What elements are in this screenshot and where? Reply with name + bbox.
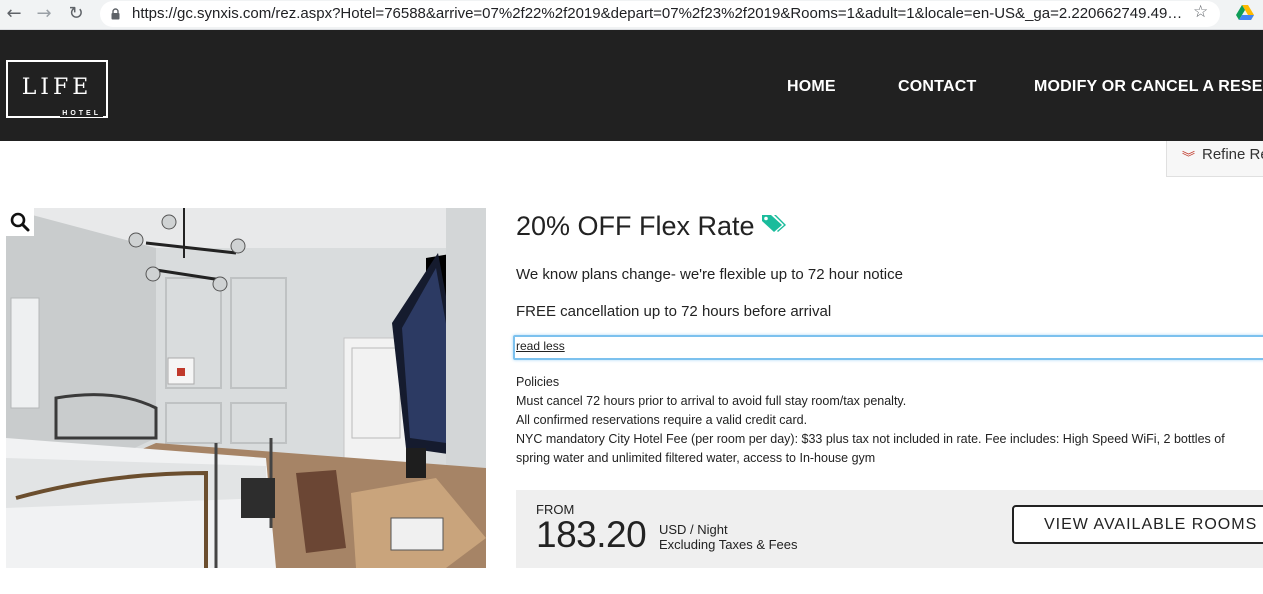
site-header: LIFE HOTEL HOME CONTACT MODIFY OR CANCEL… [0, 30, 1263, 141]
price-unit: USD / Night [659, 522, 728, 537]
magnifier-icon [10, 212, 30, 232]
policies-heading: Policies [516, 375, 560, 389]
rate-description: We know plans change- we're flexible up … [516, 266, 903, 283]
forward-icon[interactable]: → [33, 3, 55, 25]
logo-subtext: HOTEL [60, 110, 103, 117]
nav-contact[interactable]: CONTACT [898, 78, 976, 96]
policy-line: Must cancel 72 hours prior to arrival to… [516, 394, 907, 408]
read-less-link[interactable]: read less [516, 339, 565, 353]
logo-text: LIFE [21, 75, 93, 100]
price-bar: FROM 183.20 USD / Night Excluding Taxes … [516, 490, 1263, 568]
policies-block: Policies Must cancel 72 hours prior to a… [516, 373, 1261, 468]
hotel-logo[interactable]: LIFE HOTEL [6, 60, 108, 118]
reload-icon[interactable]: ↻ [65, 3, 87, 25]
rate-cancellation-note: FREE cancellation up to 72 hours before … [516, 303, 832, 320]
price-note: Excluding Taxes & Fees [659, 537, 798, 552]
nav-modify-cancel[interactable]: MODIFY OR CANCEL A RESERVA [1034, 78, 1263, 96]
refine-results-toggle[interactable]: ︾ Refine Re [1166, 141, 1263, 177]
back-icon[interactable]: ← [3, 3, 25, 25]
room-photo[interactable] [6, 208, 486, 568]
policy-line: NYC mandatory City Hotel Fee (per room p… [516, 432, 1225, 465]
refine-label: Refine Re [1202, 146, 1263, 163]
chevron-double-down-icon: ︾ [1182, 151, 1196, 166]
rate-title: 20% OFF Flex Rate [516, 211, 755, 241]
zoom-button[interactable] [6, 208, 34, 236]
tags-icon [762, 215, 786, 232]
view-available-rooms-button[interactable]: VIEW AVAILABLE ROOMS [1012, 505, 1263, 544]
url-text: https://gc.synxis.com/rez.aspx?Hotel=765… [132, 5, 1182, 22]
address-bar[interactable]: https://gc.synxis.com/rez.aspx?Hotel=765… [100, 1, 1220, 27]
price-amount: 183.20 [536, 514, 647, 555]
policy-line: All confirmed reservations require a val… [516, 413, 808, 427]
google-drive-icon[interactable] [1236, 5, 1254, 21]
browser-toolbar: ← → ↻ https://gc.synxis.com/rez.aspx?Hot… [0, 0, 1263, 30]
nav-home[interactable]: HOME [787, 78, 836, 96]
read-less-focus-ring [513, 335, 1263, 360]
bookmark-star-icon[interactable]: ☆ [1193, 2, 1208, 22]
lock-icon [111, 8, 120, 20]
